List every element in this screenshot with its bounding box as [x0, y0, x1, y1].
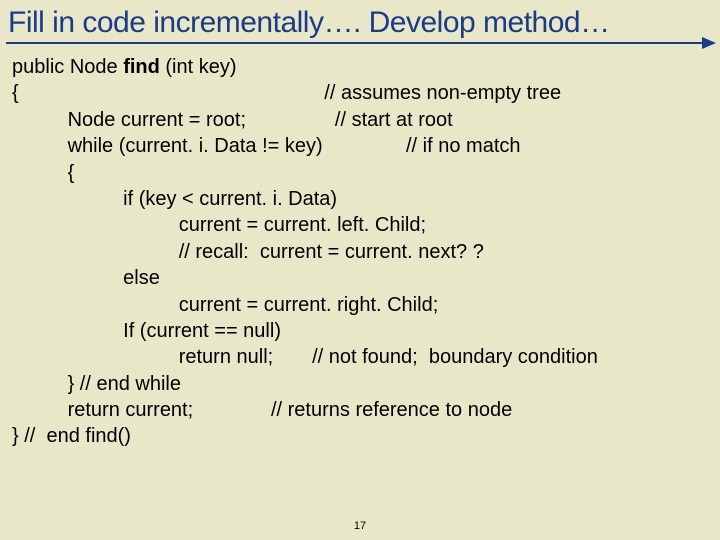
code-line: // recall: current = current. next? ?: [12, 239, 710, 265]
code-line: {: [12, 160, 710, 186]
page-number: 17: [354, 520, 366, 532]
code-line: } // end while: [12, 371, 710, 397]
code-line: current = current. right. Child;: [12, 292, 710, 318]
code-line: Node current = root; // start at root: [12, 107, 710, 133]
arrow-right-icon: [702, 37, 716, 49]
title-underline: [6, 42, 714, 44]
code-line: return null; // not found; boundary cond…: [12, 344, 710, 370]
code-line: public Node find (int key): [12, 54, 710, 80]
code-line: if (key < current. i. Data): [12, 186, 710, 212]
code-line: while (current. i. Data != key) // if no…: [12, 133, 710, 159]
code-line: current = current. left. Child;: [12, 212, 710, 238]
code-line: return current; // returns reference to …: [12, 397, 710, 423]
code-line: else: [12, 265, 710, 291]
code-line: { // assumes non-empty tree: [12, 80, 710, 106]
code-block: public Node find (int key) { // assumes …: [0, 44, 720, 450]
code-line: } // end find(): [12, 423, 710, 449]
code-line: If (current == null): [12, 318, 710, 344]
slide-title: Fill in code incrementally…. Develop met…: [0, 0, 720, 42]
